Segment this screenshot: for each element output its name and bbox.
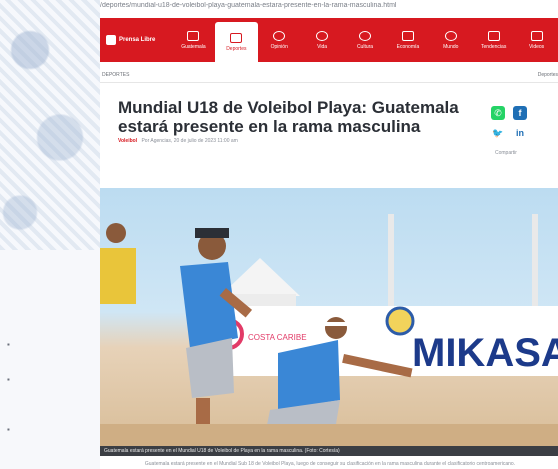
nav-label: Cultura xyxy=(356,43,374,50)
background-panel xyxy=(0,250,100,469)
brand-name: Prensa Libre xyxy=(119,37,156,43)
byline-tag[interactable]: Voleibol xyxy=(118,138,137,144)
whatsapp-icon[interactable]: ✆ xyxy=(491,106,505,120)
nav-label: Videos xyxy=(528,43,545,50)
trend-icon xyxy=(487,30,500,41)
breadcrumb-right[interactable]: Deportes xyxy=(538,72,558,78)
article-byline: Voleibol Por Agencias, 20 de julio de 20… xyxy=(118,138,418,144)
article-page: Prensa Libre Guatemala Deportes Opinión … xyxy=(100,18,558,469)
tent-shape xyxy=(220,258,300,296)
nav-item-opinion[interactable]: Opinión xyxy=(258,18,301,62)
facebook-icon[interactable]: f xyxy=(513,106,527,120)
referee-head xyxy=(106,223,126,243)
chart-icon xyxy=(401,30,414,41)
breadcrumb: DEPORTES Deportes xyxy=(100,70,558,80)
side-decoration: ▪ xyxy=(7,340,10,349)
player-shorts xyxy=(186,338,234,398)
side-decoration: ▪ xyxy=(7,375,10,384)
share-label: Compartir xyxy=(495,150,517,156)
photo-caption: Guatemala estará presente en el Mundial … xyxy=(100,446,558,456)
sand-foreground xyxy=(100,424,558,446)
nav-item-deportes[interactable]: Deportes xyxy=(214,22,258,62)
chat-icon xyxy=(273,30,286,41)
globe-icon xyxy=(359,30,371,41)
logo-mark-icon xyxy=(106,35,116,45)
player-cap xyxy=(195,228,229,238)
article-title: Mundial U18 de Voleibol Playa: Guatemala… xyxy=(118,98,459,136)
nav-item-tendencias[interactable]: Tendencias xyxy=(472,18,515,62)
leaf-icon xyxy=(316,30,329,41)
divider xyxy=(100,82,558,83)
breadcrumb-section[interactable]: DEPORTES xyxy=(102,72,129,78)
linkedin-icon[interactable]: in xyxy=(513,126,527,140)
address-bar-url[interactable]: /deportes/mundial-u18-de-voleibol-playa-… xyxy=(100,2,558,14)
flag-icon xyxy=(187,30,200,41)
background-pattern xyxy=(0,0,100,250)
volleyball xyxy=(385,306,415,336)
kneeling-player-visor xyxy=(324,322,348,326)
byline-text: Por Agencias, 20 de julio de 2023 11:00 … xyxy=(141,138,238,144)
beach-volleyball-photo: COSTA CARIBE MIKASA xyxy=(100,214,558,446)
nav-label: Vida xyxy=(317,43,328,50)
sport-icon xyxy=(230,32,243,43)
referee-shirt xyxy=(100,248,136,304)
nav-item-mundo[interactable]: Mundo xyxy=(429,18,472,62)
share-panel: ✆ f 🐦 in Compartir xyxy=(489,106,535,176)
nav-item-guatemala[interactable]: Guatemala xyxy=(172,18,215,62)
nav-label: Tendencias xyxy=(481,43,507,50)
sponsor-text: COSTA CARIBE xyxy=(248,333,307,342)
world-icon xyxy=(444,30,457,41)
mikasa-text: MIKASA xyxy=(412,331,558,375)
nav-item-cultura[interactable]: Cultura xyxy=(344,18,387,62)
nav-label: Deportes xyxy=(226,45,247,52)
nav-label: Opinión xyxy=(270,43,288,50)
nav-label: Guatemala xyxy=(181,43,206,50)
side-decoration: ▪ xyxy=(7,425,10,434)
nav-item-vida[interactable]: Vida xyxy=(301,18,344,62)
article-lead: Guatemala estará presente en el Mundial … xyxy=(144,461,516,467)
twitter-icon[interactable]: 🐦 xyxy=(491,126,505,140)
player-jersey xyxy=(180,262,238,348)
nav-label: Mundo xyxy=(443,43,459,50)
nav-label: Economía xyxy=(396,43,420,50)
video-icon xyxy=(530,30,543,41)
brand-logo[interactable]: Prensa Libre xyxy=(100,18,172,62)
kneeling-player-head xyxy=(325,317,347,339)
article-photo[interactable]: COSTA CARIBE MIKASA xyxy=(100,188,558,446)
nav-item-videos[interactable]: Videos xyxy=(515,18,558,62)
nav-item-economia[interactable]: Economía xyxy=(386,18,429,62)
main-navbar: Prensa Libre Guatemala Deportes Opinión … xyxy=(100,18,558,62)
